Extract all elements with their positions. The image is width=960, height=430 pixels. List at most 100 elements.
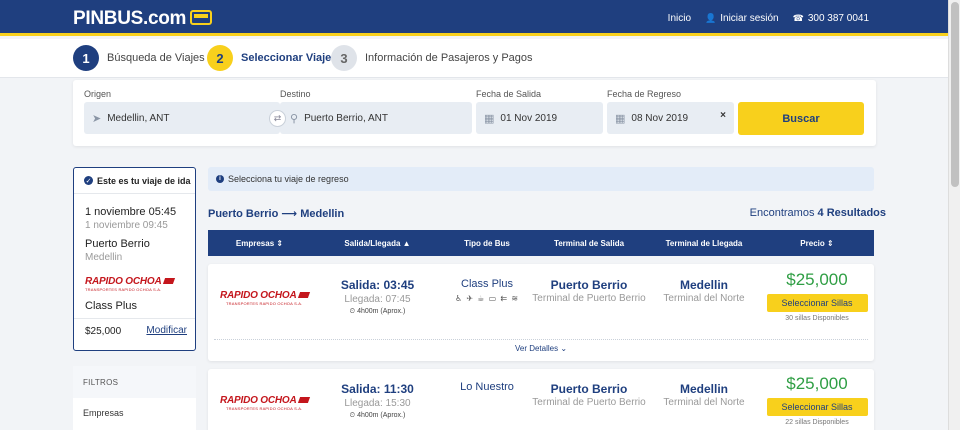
fecha-regreso-value: 08 Nov 2019 — [631, 112, 689, 124]
step-seleccionar[interactable]: 2 Seleccionar Viaje — [207, 45, 331, 71]
trip-price: $25,000 — [85, 326, 122, 337]
destino-field[interactable]: ⚲ Puerto Berrio, ANT — [280, 102, 472, 134]
trip-card-header: ✓ Este es tu viaje de ida — [74, 168, 195, 194]
sort-empresas[interactable]: Empresas ⇕ — [208, 230, 311, 256]
from-city: Puerto Berrio — [550, 278, 628, 292]
route-to: Medellin — [300, 208, 345, 220]
logo-name: RAPIDO OCHOA — [85, 276, 174, 287]
calendar-icon: ▦ — [484, 112, 495, 125]
duration: ⏲ 4h00m (Aprox.) — [311, 308, 444, 316]
price-box: $25,000 Seleccionar Sillas 22 sillas Dis… — [760, 374, 874, 426]
clear-date-icon[interactable]: × — [720, 110, 726, 121]
duration-text: 4h00m (Aprox.) — [357, 412, 406, 419]
nav-inicio-label: Inicio — [667, 13, 692, 24]
col-terminal-salida: Terminal de Salida — [553, 238, 625, 248]
clock-icon: ⏲ — [349, 308, 356, 315]
company-name: RAPIDO OCHOA — [220, 395, 309, 406]
user-icon: 👤 — [705, 13, 717, 23]
seats-available: 22 sillas Disponibles — [785, 419, 849, 426]
top-nav: Inicio 👤 Iniciar sesión ☎ 300 387 0041 — [668, 13, 869, 24]
map-pin-icon: ⚲ — [290, 112, 299, 125]
origen-field[interactable]: ➤ Medellin, ANT — [84, 102, 280, 134]
rapido-ochoa-logo: RAPIDO OCHOA TRANSPORTES RAPIDO OCHOA S.… — [85, 276, 174, 292]
departure-time: Salida: 11:30 — [341, 382, 414, 396]
scrollbar-thumb[interactable] — [951, 2, 959, 187]
price-value: $25,000 — [786, 270, 848, 289]
trip-origin: Puerto Berrio — [85, 238, 150, 250]
trip-datetime: 1 noviembre 05:45 — [85, 206, 177, 218]
search-panel: Origen ➤ Medellin, ANT Destino ⚲ Puerto … — [73, 80, 876, 146]
clock-icon: ⏲ — [349, 412, 356, 419]
calendar-icon: ▦ — [615, 112, 626, 125]
results-count: Encontramos 4 Resultados — [750, 207, 886, 219]
swap-icon[interactable]: ⇄ — [269, 110, 286, 127]
rapido-ochoa-logo: RAPIDO OCHOA TRANSPORTES RAPIDO OCHOA S.… — [220, 395, 309, 411]
step-label: Búsqueda de Viajes — [107, 52, 205, 64]
results-number: 4 — [817, 207, 824, 219]
time-info: Salida: 03:45 Llegada: 07:45 ⏲ 4h00m (Ap… — [311, 278, 444, 316]
trip-bus-type: Class Plus — [85, 300, 137, 312]
to-city: Medellin — [679, 382, 728, 396]
check-icon: ✓ — [84, 176, 93, 185]
destino-label: Destino — [280, 89, 311, 99]
to-city: Medellin — [679, 278, 728, 292]
seleccionar-sillas-button[interactable]: Seleccionar Sillas — [766, 294, 868, 312]
modificar-link[interactable]: Modificar — [146, 325, 187, 336]
phone-icon: ☎ — [792, 13, 804, 23]
price-box: $25,000 Seleccionar Sillas 30 sillas Dis… — [760, 270, 874, 322]
filter-empresas[interactable]: Empresas — [73, 398, 196, 418]
fecha-regreso-label: Fecha de Regreso — [607, 89, 682, 99]
phone-number: 300 387 0041 — [807, 13, 869, 24]
nav-login[interactable]: 👤 Iniciar sesión — [705, 13, 779, 24]
trip-row: RAPIDO OCHOA TRANSPORTES RAPIDO OCHOA S.… — [208, 264, 874, 361]
step-label: Seleccionar Viaje — [241, 52, 332, 64]
ver-detalles-link[interactable]: Ver Detalles ⌄ — [208, 344, 874, 353]
bus-type-label: Class Plus — [461, 278, 513, 290]
results-table-header: Empresas ⇕ Salida/Llegada ▲ Tipo de Bus … — [208, 230, 874, 256]
nav-inicio[interactable]: Inicio — [668, 13, 691, 24]
company-name: RAPIDO OCHOA — [220, 290, 309, 301]
page-scrollbar[interactable] — [948, 0, 960, 430]
logo-sub: TRANSPORTES RAPIDO OCHOA S.A. — [85, 287, 162, 292]
seleccionar-sillas-button[interactable]: Seleccionar Sillas — [766, 398, 868, 416]
selected-trip-card: ✓ Este es tu viaje de ida 1 noviembre 05… — [73, 167, 196, 351]
buscar-button[interactable]: Buscar — [738, 102, 864, 135]
divider — [74, 318, 195, 319]
step-number: 2 — [207, 45, 233, 71]
nav-login-label: Iniciar sesión — [720, 13, 779, 24]
from-city: Puerto Berrio — [550, 382, 628, 396]
duration-text: 4h00m (Aprox.) — [357, 308, 406, 315]
fecha-salida-value: 01 Nov 2019 — [500, 112, 558, 124]
location-arrow-icon: ➤ — [92, 112, 102, 125]
sort-precio[interactable]: Precio ⇕ — [760, 230, 874, 256]
arrow-right-icon: ⟶ — [281, 208, 298, 220]
top-bar: PINBUS.com Inicio 👤 Iniciar sesión ☎ 300 3… — [0, 0, 948, 36]
origen-value: Medellin, ANT — [107, 112, 170, 124]
rapido-ochoa-logo: RAPIDO OCHOA TRANSPORTES RAPIDO OCHOA S.… — [220, 290, 309, 306]
trip-datetime-sub: 1 noviembre 09:45 — [85, 220, 168, 231]
notice-text: Selecciona tu viaje de regreso — [228, 174, 349, 184]
col-terminal-llegada: Terminal de Llegada — [665, 238, 743, 248]
duration: ⏲ 4h00m (Aprox.) — [311, 412, 444, 420]
company-sub: TRANSPORTES RAPIDO OCHOA S.A. — [226, 406, 303, 411]
fecha-salida-label: Fecha de Salida — [476, 89, 542, 99]
results-prefix: Encontramos — [749, 207, 815, 219]
filters-panel: FILTROS Empresas — [73, 366, 196, 430]
filters-title: FILTROS — [73, 366, 196, 398]
nav-phone[interactable]: ☎ 300 387 0041 — [793, 13, 869, 24]
origen-label: Origen — [84, 89, 112, 99]
time-info: Salida: 11:30 Llegada: 15:30 ⏲ 4h00m (Ap… — [311, 382, 444, 420]
sort-salida-llegada[interactable]: Salida/Llegada ▲ — [311, 230, 444, 256]
fecha-regreso-field[interactable]: ▦ 08 Nov 2019 × — [607, 102, 734, 134]
logo-text: PINBUS.com — [73, 8, 187, 29]
step-busqueda[interactable]: 1 Búsqueda de Viajes — [73, 45, 205, 71]
step-number: 1 — [73, 45, 99, 71]
trip-card-title: Este es tu viaje de ida — [97, 175, 191, 186]
fecha-salida-field[interactable]: ▦ 01 Nov 2019 — [476, 102, 603, 134]
terminal-llegada: Medellin Terminal del Norte — [648, 278, 760, 305]
pinbus-logo[interactable]: PINBUS.com — [73, 8, 213, 30]
seats-available: 30 sillas Disponibles — [785, 315, 849, 322]
from-terminal: Terminal de Puerto Berrio — [532, 397, 646, 408]
step-pasajeros[interactable]: 3 Información de Pasajeros y Pagos — [331, 45, 533, 71]
route-from: Puerto Berrio — [208, 208, 279, 220]
